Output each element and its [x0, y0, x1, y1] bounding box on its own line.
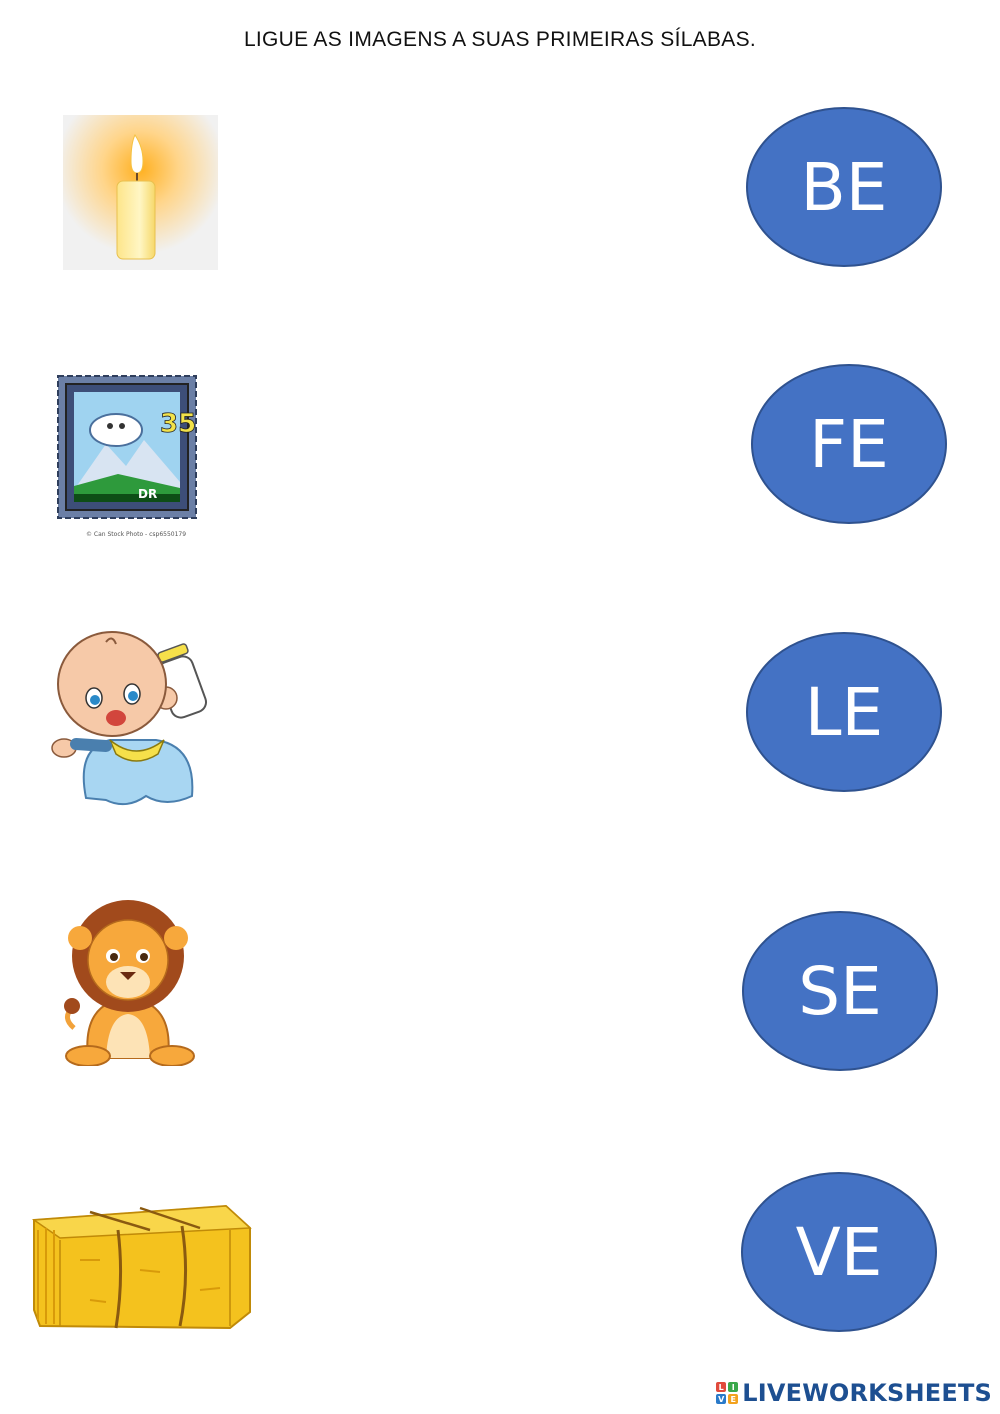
syllable-le[interactable]: LE	[746, 632, 942, 792]
hay-bale-picture[interactable]	[30, 1200, 252, 1332]
brand-name: LIVEWORKSHEETS	[742, 1379, 992, 1407]
baby-icon	[51, 631, 208, 806]
lion-icon	[64, 900, 195, 1067]
stamp-text: DR	[138, 487, 157, 501]
hay-bale-icon	[31, 1204, 252, 1330]
live-grid-icon: L I V E	[716, 1382, 739, 1404]
baby-picture[interactable]	[46, 628, 216, 810]
lion-picture[interactable]	[58, 898, 198, 1067]
stamp-picture[interactable]: 35 DR © Can Stock Photo - csp6550179	[48, 370, 208, 540]
syllable-label: SE	[798, 952, 882, 1030]
syllable-ve[interactable]: VE	[741, 1172, 937, 1332]
syllable-label: VE	[795, 1213, 883, 1291]
syllable-label: BE	[800, 148, 888, 226]
image-credit: © Can Stock Photo - csp6550179	[86, 531, 186, 538]
stamp-icon: 35 DR © Can Stock Photo - csp6550179	[57, 375, 197, 538]
candle-picture[interactable]	[63, 115, 218, 270]
syllable-se[interactable]: SE	[742, 911, 938, 1071]
stamp-value: 35	[160, 409, 196, 439]
candle-icon	[63, 115, 218, 270]
syllable-label: LE	[804, 673, 884, 751]
syllable-be[interactable]: BE	[746, 107, 942, 267]
liveworksheets-logo: L I V E LIVEWORKSHEETS	[716, 1379, 992, 1407]
worksheet-instruction: LIGUE AS IMAGENS A SUAS PRIMEIRAS SÍLABA…	[243, 28, 757, 51]
syllable-label: FE	[809, 405, 889, 483]
syllable-fe[interactable]: FE	[751, 364, 947, 524]
